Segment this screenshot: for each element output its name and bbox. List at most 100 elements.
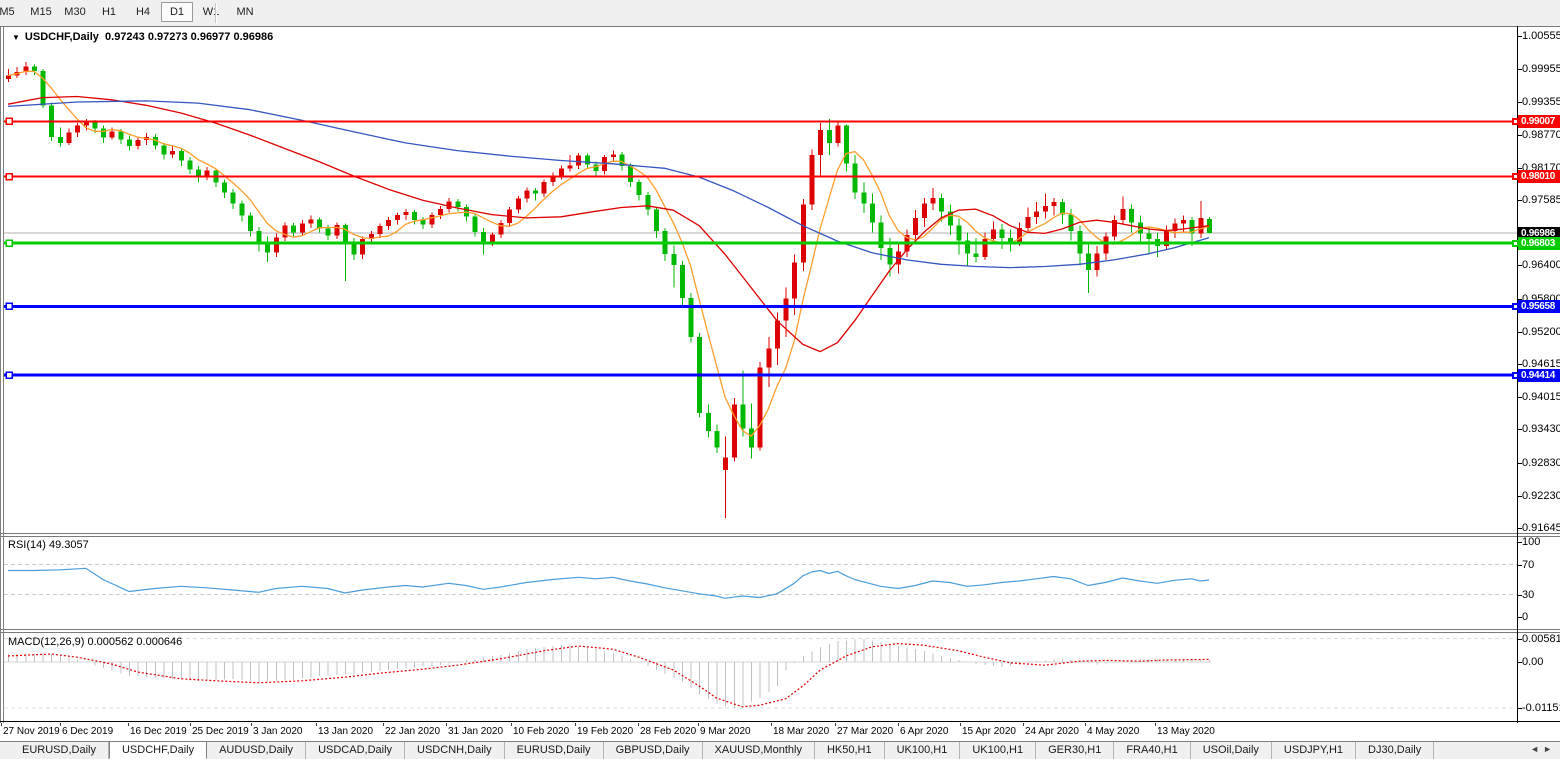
rsi-tick-70: 70 xyxy=(1522,559,1534,571)
date-label: 19 Feb 2020 xyxy=(577,726,633,737)
rsi-indicator-label: RSI(14) 49.3057 xyxy=(8,539,89,551)
price-tick-0.99355: 0.99355 xyxy=(1522,96,1560,108)
date-tick xyxy=(771,723,772,726)
timeframe-toolbar: M5M15M30H1H4D1W1MN xyxy=(0,0,1560,26)
price-tick-0.94015: 0.94015 xyxy=(1522,391,1560,403)
price-badge-0.94414: 0.94414 xyxy=(1518,369,1560,382)
rsi-canvas[interactable] xyxy=(4,537,1517,629)
date-label: 15 Apr 2020 xyxy=(962,726,1016,737)
chart-tab-bar: EURUSD,DailyUSDCHF,DailyAUDUSD,DailyUSDC… xyxy=(0,741,1560,759)
date-label: 24 Apr 2020 xyxy=(1025,726,1079,737)
timeframe-button-m15[interactable]: M15 xyxy=(25,2,57,22)
date-label: 10 Feb 2020 xyxy=(513,726,569,737)
date-tick xyxy=(1,723,2,726)
chart-tab-usdjpy-h1[interactable]: USDJPY,H1 xyxy=(1272,742,1356,759)
panel-separator-2a xyxy=(0,629,1560,630)
timeframe-button-d1[interactable]: D1 xyxy=(161,2,193,22)
window-left-edge xyxy=(0,26,1,741)
chart-header: ▼ USDCHF,Daily 0.97243 0.97273 0.96977 0.… xyxy=(12,31,273,43)
price-tick-0.92230: 0.92230 xyxy=(1522,490,1560,502)
price-tick-0.99955: 0.99955 xyxy=(1522,63,1560,75)
toolbar-separator xyxy=(215,3,217,23)
date-tick xyxy=(446,723,447,726)
chart-tab-uk100-h1[interactable]: UK100,H1 xyxy=(960,742,1036,759)
date-label: 18 Mar 2020 xyxy=(773,726,829,737)
price-badge-0.98010: 0.98010 xyxy=(1518,170,1560,183)
date-label: 31 Jan 2020 xyxy=(448,726,503,737)
date-label: 13 Jan 2020 xyxy=(318,726,373,737)
date-tick xyxy=(638,723,639,726)
date-label: 16 Dec 2019 xyxy=(130,726,187,737)
chart-tab-fra40-h1[interactable]: FRA40,H1 xyxy=(1114,742,1190,759)
rsi-tick-30: 30 xyxy=(1522,589,1534,601)
tab-scroll-left-icon[interactable]: ◄ xyxy=(1530,744,1543,754)
chart-ohlc-values: 0.97243 0.97273 0.96977 0.96986 xyxy=(105,31,273,43)
rsi-tick-0: 0 xyxy=(1522,611,1528,623)
main-chart-canvas[interactable] xyxy=(4,28,1517,533)
chart-tab-usdchf-daily[interactable]: USDCHF,Daily xyxy=(109,741,207,759)
date-tick xyxy=(316,723,317,726)
date-tick xyxy=(251,723,252,726)
date-label: 22 Jan 2020 xyxy=(385,726,440,737)
price-tick-0.98770: 0.98770 xyxy=(1522,129,1560,141)
symbol-dropdown-icon[interactable]: ▼ xyxy=(12,33,20,42)
date-tick xyxy=(1085,723,1086,726)
timeframe-button-m30[interactable]: M30 xyxy=(59,2,91,22)
timeframe-button-h4[interactable]: H4 xyxy=(127,2,159,22)
price-tick-0.93430: 0.93430 xyxy=(1522,423,1560,435)
price-tick-0.92830: 0.92830 xyxy=(1522,457,1560,469)
date-tick xyxy=(575,723,576,726)
plot-bottom-border xyxy=(0,721,1560,722)
rsi-tick-100: 100 xyxy=(1522,536,1540,548)
date-label: 27 Nov 2019 xyxy=(3,726,60,737)
macd-tick-0.00: 0.00 xyxy=(1522,656,1543,668)
price-tick-0.91645: 0.91645 xyxy=(1522,522,1560,534)
price-badge-0.99007: 0.99007 xyxy=(1518,115,1560,128)
chart-tab-usdcnh-daily[interactable]: USDCNH,Daily xyxy=(405,742,505,759)
date-tick xyxy=(835,723,836,726)
price-badge-0.96803: 0.96803 xyxy=(1518,237,1560,250)
tab-scroll-right-icon[interactable]: ► xyxy=(1543,744,1556,754)
price-badge-0.95658: 0.95658 xyxy=(1518,300,1560,313)
date-tick xyxy=(511,723,512,726)
date-tick xyxy=(1155,723,1156,726)
date-tick xyxy=(698,723,699,726)
timeframe-button-h1[interactable]: H1 xyxy=(93,2,125,22)
date-label: 4 May 2020 xyxy=(1087,726,1139,737)
chart-tab-usdcad-daily[interactable]: USDCAD,Daily xyxy=(306,742,405,759)
chart-tab-ger30-h1[interactable]: GER30,H1 xyxy=(1036,742,1114,759)
date-tick xyxy=(128,723,129,726)
timeframe-button-mn[interactable]: MN xyxy=(229,2,261,22)
timeframe-button-m5[interactable]: M5 xyxy=(0,2,23,22)
macd-tick-0.005818: 0.005818 xyxy=(1522,633,1560,645)
chart-tab-gbpusd-daily[interactable]: GBPUSD,Daily xyxy=(604,742,703,759)
price-tick-0.96400: 0.96400 xyxy=(1522,259,1560,271)
date-label: 28 Feb 2020 xyxy=(640,726,696,737)
price-tick-0.97585: 0.97585 xyxy=(1522,194,1560,206)
chart-tab-eurusd-daily[interactable]: EURUSD,Daily xyxy=(10,742,109,759)
date-tick xyxy=(60,723,61,726)
chart-tab-audusd-daily[interactable]: AUDUSD,Daily xyxy=(207,742,306,759)
chart-tab-uk100-h1[interactable]: UK100,H1 xyxy=(885,742,961,759)
panel-separator-1a xyxy=(0,533,1560,534)
chart-tab-xauusd-monthly[interactable]: XAUUSD,Monthly xyxy=(703,742,815,759)
date-tick xyxy=(898,723,899,726)
date-label: 13 May 2020 xyxy=(1157,726,1215,737)
date-label: 25 Dec 2019 xyxy=(192,726,249,737)
timeframe-button-w1[interactable]: W1 xyxy=(195,2,227,22)
chart-title: USDCHF,Daily xyxy=(25,31,99,43)
tab-scroll-arrows[interactable]: ◄► xyxy=(1530,744,1556,754)
chart-tab-dj30-daily[interactable]: DJ30,Daily xyxy=(1356,742,1434,759)
chart-tab-usoil-daily[interactable]: USOil,Daily xyxy=(1191,742,1272,759)
chart-tab-hk50-h1[interactable]: HK50,H1 xyxy=(815,742,885,759)
chart-tab-eurusd-daily[interactable]: EURUSD,Daily xyxy=(505,742,604,759)
date-axis: 27 Nov 20196 Dec 2019 16 Dec 2019 25 Dec 2… xyxy=(0,723,1560,741)
date-label: 6 Dec 2019 xyxy=(62,726,113,737)
date-label: 6 Apr 2020 xyxy=(900,726,948,737)
date-label: 27 Mar 2020 xyxy=(837,726,893,737)
date-tick xyxy=(960,723,961,726)
price-tick-0.95200: 0.95200 xyxy=(1522,326,1560,338)
date-label: 9 Mar 2020 xyxy=(700,726,751,737)
macd-indicator-label: MACD(12,26,9) 0.000562 0.000646 xyxy=(8,636,182,648)
macd-canvas[interactable] xyxy=(4,633,1517,721)
